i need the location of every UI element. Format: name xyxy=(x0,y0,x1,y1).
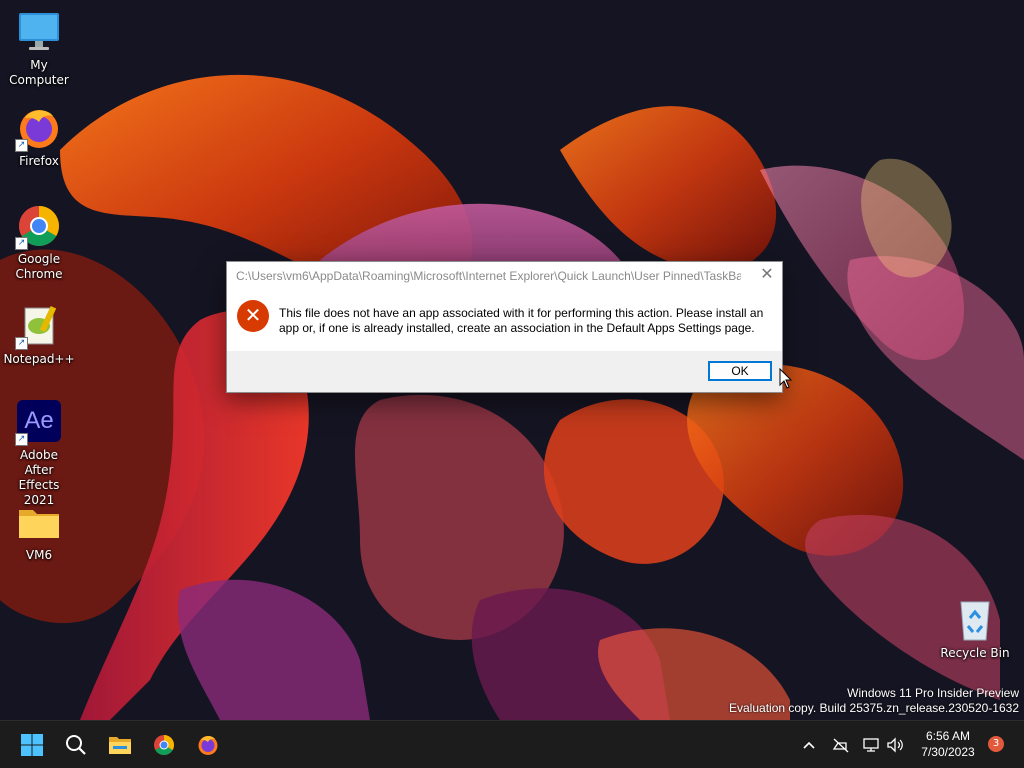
display-icon[interactable] xyxy=(862,735,880,755)
search-icon xyxy=(66,735,86,755)
desktop-icon-firefox[interactable]: ↗ Firefox xyxy=(0,104,78,169)
network-offline-icon[interactable] xyxy=(832,735,850,755)
desktop-icon-vm6-folder[interactable]: VM6 xyxy=(0,498,78,563)
chrome-taskbar-button[interactable] xyxy=(146,727,182,763)
ok-button[interactable]: OK xyxy=(708,361,772,381)
desktop-icon-after-effects[interactable]: Ae ↗ Adobe After Effects 2021 xyxy=(0,398,78,508)
desktop-icon-my-computer[interactable]: My Computer xyxy=(0,8,78,88)
chevron-up-icon[interactable] xyxy=(802,735,816,755)
monitor-icon xyxy=(15,8,63,56)
file-explorer-icon xyxy=(109,737,131,754)
taskbar-clock[interactable]: 6:56 AM 7/30/2023 xyxy=(912,728,984,760)
search-button[interactable] xyxy=(58,727,94,763)
error-dialog: C:\Users\vm6\AppData\Roaming\Microsoft\I… xyxy=(226,261,783,393)
folder-icon xyxy=(15,498,63,546)
firefox-taskbar-button[interactable] xyxy=(190,727,226,763)
dialog-message: This file does not have an app associate… xyxy=(279,306,764,335)
dialog-footer: OK xyxy=(227,351,782,392)
firefox-icon: ↗ xyxy=(15,104,63,152)
chrome-icon xyxy=(154,735,174,755)
shortcut-arrow-icon: ↗ xyxy=(15,433,28,446)
start-icon xyxy=(21,734,43,756)
notepadpp-icon: ↗ xyxy=(15,302,63,350)
close-icon[interactable]: ✕ xyxy=(752,262,782,290)
after-effects-icon: Ae ↗ xyxy=(15,398,63,446)
dialog-body: ✕ This file does not have an app associa… xyxy=(227,290,782,350)
evaluation-watermark: Windows 11 Pro Insider Preview Evaluatio… xyxy=(729,686,1019,716)
firefox-icon xyxy=(198,736,218,755)
shortcut-arrow-icon: ↗ xyxy=(15,237,28,250)
desktop-icon-label: VM6 xyxy=(25,548,53,562)
desktop-icon-recycle-bin[interactable]: Recycle Bin xyxy=(936,596,1014,661)
watermark-build: Evaluation copy. Build 25375.zn_release.… xyxy=(729,701,1019,715)
desktop-icon-label: Firefox xyxy=(19,154,59,168)
shortcut-arrow-icon: ↗ xyxy=(15,337,28,350)
start-button[interactable] xyxy=(14,727,50,763)
desktop-icon-label: My Computer xyxy=(9,58,69,87)
taskbar: 6:56 AM 7/30/2023 3 xyxy=(0,720,1024,768)
desktop-icon-label: Google Chrome xyxy=(15,252,63,281)
notification-badge[interactable]: 3 xyxy=(988,736,1004,752)
watermark-edition: Windows 11 Pro Insider Preview xyxy=(847,686,1019,700)
dialog-title: C:\Users\vm6\AppData\Roaming\Microsoft\I… xyxy=(236,269,741,283)
dialog-titlebar[interactable]: C:\Users\vm6\AppData\Roaming\Microsoft\I… xyxy=(227,262,782,290)
file-explorer-button[interactable] xyxy=(102,727,138,763)
error-icon: ✕ xyxy=(237,300,269,332)
desktop-icon-label: Recycle Bin xyxy=(940,646,1010,660)
shortcut-arrow-icon: ↗ xyxy=(15,139,28,152)
clock-time: 6:56 AM xyxy=(925,729,971,743)
volume-icon[interactable] xyxy=(886,735,904,755)
desktop-icon-notepadpp[interactable]: ↗ Notepad++ xyxy=(0,302,78,367)
chrome-icon: ↗ xyxy=(15,202,63,250)
mouse-cursor-icon xyxy=(779,368,793,389)
recycle-bin-icon xyxy=(951,596,999,644)
desktop-icon-label: Notepad++ xyxy=(3,352,75,366)
desktop-icon-chrome[interactable]: ↗ Google Chrome xyxy=(0,202,78,282)
clock-date: 7/30/2023 xyxy=(921,745,975,759)
